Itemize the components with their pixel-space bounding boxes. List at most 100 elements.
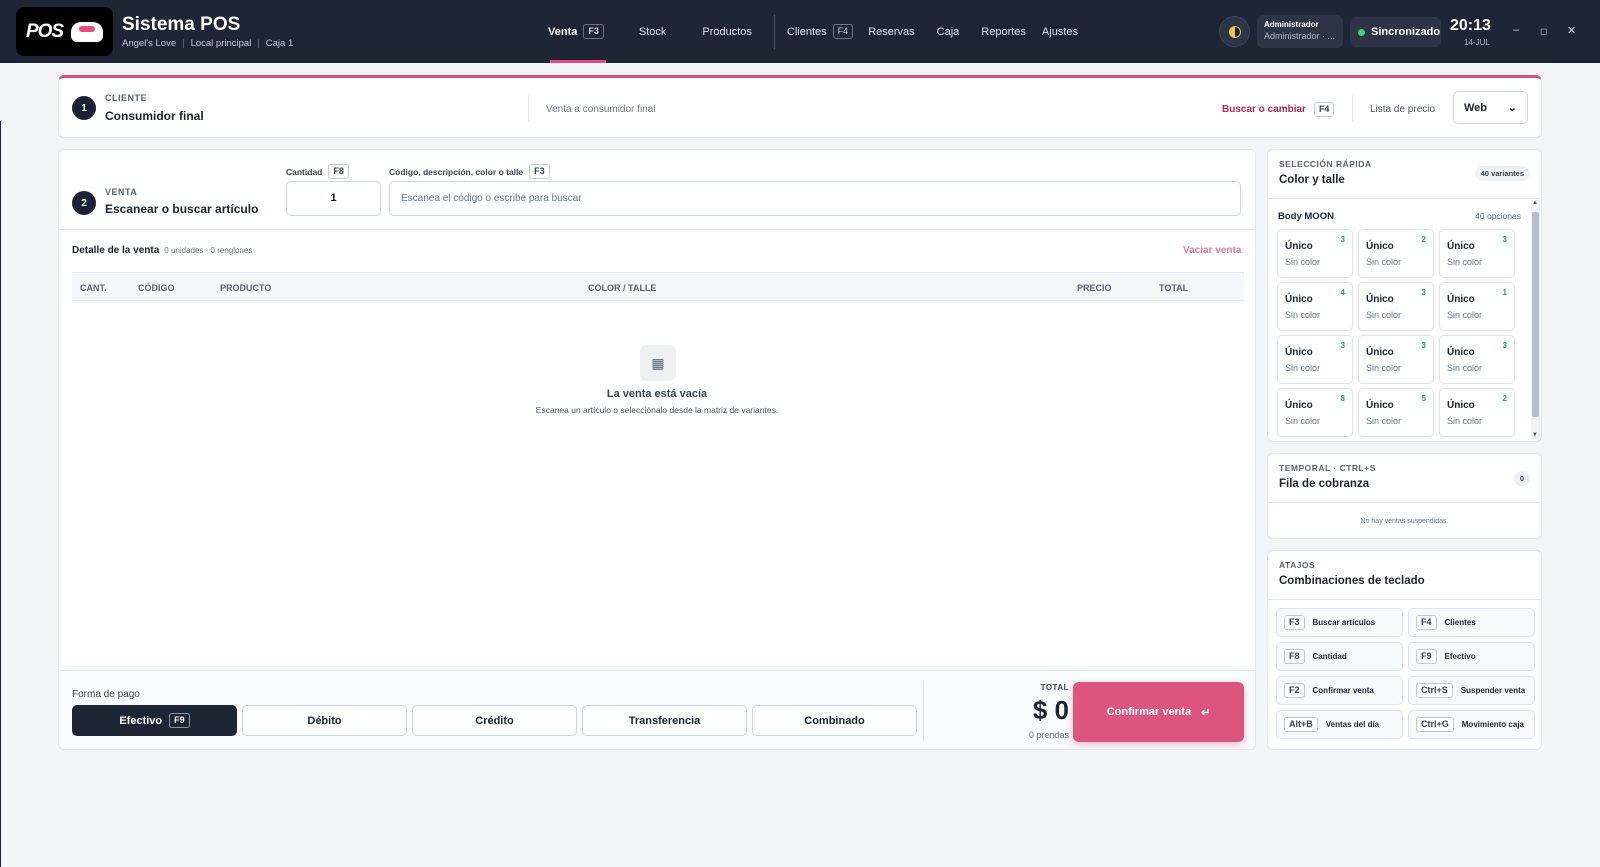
label-text: Cantidad bbox=[286, 166, 323, 177]
maximize-button[interactable]: ◻ bbox=[1540, 26, 1547, 37]
nav-label: Venta bbox=[548, 25, 578, 38]
shortcut-label: Suspender venta bbox=[1460, 686, 1526, 695]
change-client-button[interactable]: Buscar o cambiar F4 bbox=[1222, 102, 1335, 117]
shortcut-key: Alt+B bbox=[1284, 717, 1318, 732]
user-menu[interactable]: Administrador Administrador · ... bbox=[1257, 15, 1343, 48]
step-badge: 2 bbox=[72, 191, 96, 215]
variant-cell[interactable]: Único Sin color 2 bbox=[1439, 388, 1515, 437]
options-count: 40 opciones bbox=[1475, 211, 1521, 221]
queue-empty-text: No hay ventas suspendidas. bbox=[1360, 518, 1449, 525]
scroll-down-icon[interactable]: ▼ bbox=[1532, 432, 1538, 438]
pay-credito-button[interactable]: Crédito bbox=[412, 705, 577, 736]
nav-stock[interactable]: Stock bbox=[639, 0, 667, 63]
shortcut-item[interactable]: F3 Buscar artículos bbox=[1276, 608, 1403, 637]
button-label: Confirmar venta bbox=[1106, 706, 1192, 718]
shortcut-item[interactable]: Alt+B Ventas del día bbox=[1276, 710, 1403, 739]
sale-header: 2 VENTA Escanear o buscar artículo Canti… bbox=[59, 150, 1255, 230]
nav-venta[interactable]: Venta F3 bbox=[548, 0, 606, 63]
detail-title-text: Detalle de la venta bbox=[72, 245, 160, 256]
shortcut-key: F8 bbox=[1284, 649, 1305, 664]
nav-reservas[interactable]: Reservas bbox=[868, 0, 914, 63]
nav-ajustes[interactable]: Ajustes bbox=[1042, 0, 1078, 63]
stock-count: 2 bbox=[1421, 235, 1426, 244]
nav-label: Clientes bbox=[786, 25, 827, 38]
stock-count: 2 bbox=[1502, 394, 1507, 403]
client-name: Consumidor final bbox=[105, 109, 204, 123]
quick-selection-card: SELECCIÓN RÁPIDA Color y talle 40 varian… bbox=[1267, 149, 1542, 442]
pay-debito-button[interactable]: Débito bbox=[242, 705, 407, 736]
variant-cell[interactable]: Único Sin color 3 bbox=[1358, 282, 1434, 331]
variant-cell[interactable]: Único Sin color 3 bbox=[1277, 229, 1353, 278]
section-label: TEMPORAL · CTRL+S bbox=[1279, 463, 1376, 473]
pay-transferencia-button[interactable]: Transferencia bbox=[582, 705, 747, 736]
location-name: Local principal bbox=[190, 38, 252, 49]
shortcut-item[interactable]: Ctrl+S Suspender venta bbox=[1408, 676, 1535, 705]
payment-label: Forma de pago bbox=[72, 689, 140, 700]
price-list-select[interactable]: Web ⌄ bbox=[1453, 91, 1528, 124]
total-label: TOTAL bbox=[1040, 683, 1069, 692]
variant-cell[interactable]: Único Sin color 2 bbox=[1358, 229, 1434, 278]
nav-caja[interactable]: Caja bbox=[937, 0, 960, 63]
clear-sale-button[interactable]: Vaciar venta bbox=[1183, 245, 1241, 256]
nav-reportes[interactable]: Reportes bbox=[981, 0, 1026, 63]
variant-color: Sin color bbox=[1447, 257, 1483, 267]
stock-count: 5 bbox=[1421, 394, 1426, 403]
variant-cell[interactable]: Único Sin color 8 bbox=[1277, 388, 1353, 437]
app-logo: POS bbox=[16, 7, 113, 56]
stock-count: 3 bbox=[1421, 288, 1426, 297]
minimize-button[interactable]: – bbox=[1513, 24, 1519, 36]
quantity-label: Cantidad F8 bbox=[286, 164, 349, 179]
variant-color: Sin color bbox=[1447, 363, 1483, 373]
chevron-down-icon: ⌄ bbox=[1507, 102, 1517, 114]
shortcut-item[interactable]: F2 Confirmar venta bbox=[1276, 676, 1403, 705]
app-context: Angel's Love | Local principal | Caja 1 bbox=[122, 38, 294, 49]
sync-status[interactable]: Sincronizado bbox=[1350, 17, 1441, 47]
variant-cell[interactable]: Único Sin color 4 bbox=[1277, 282, 1353, 331]
nav-label: Ajustes bbox=[1041, 25, 1078, 38]
close-button[interactable]: ✕ bbox=[1567, 24, 1576, 37]
shortcut-item[interactable]: Ctrl+G Movimiento caja bbox=[1408, 710, 1535, 739]
app-title: Sistema POS bbox=[122, 14, 241, 35]
user-role: Administrador bbox=[1264, 20, 1319, 29]
variant-scrollbar[interactable]: ▲ ▼ bbox=[1531, 200, 1540, 440]
pay-combinado-button[interactable]: Combinado bbox=[752, 705, 917, 736]
stock-count: 4 bbox=[1340, 288, 1345, 297]
section-title: Fila de cobranza bbox=[1279, 478, 1370, 490]
user-name: Administrador · ... bbox=[1264, 31, 1336, 41]
shortcut-key: F9 bbox=[1416, 649, 1437, 664]
shortcut-key: Ctrl+G bbox=[1416, 717, 1454, 732]
variant-cell[interactable]: Único Sin color 5 bbox=[1358, 388, 1434, 437]
variant-cell[interactable]: Único Sin color 3 bbox=[1277, 335, 1353, 384]
shortcut-item[interactable]: F9 Efectivo bbox=[1408, 642, 1535, 671]
pay-efectivo-button[interactable]: Efectivo F9 bbox=[72, 705, 237, 736]
confirm-sale-button[interactable]: Confirmar venta ↵ bbox=[1073, 682, 1244, 742]
shortcut-item[interactable]: F4 Clientes bbox=[1408, 608, 1535, 637]
section-header: ATAJOS Combinaciones de teclado bbox=[1279, 560, 1425, 587]
variant-cell[interactable]: Único Sin color 3 bbox=[1439, 229, 1515, 278]
section-header: SELECCIÓN RÁPIDA Color y talle bbox=[1279, 159, 1372, 186]
total-items: 0 prendas bbox=[1028, 730, 1069, 740]
scrollbar-thumb[interactable] bbox=[1532, 212, 1539, 417]
shortcut-item[interactable]: F8 Cantidad bbox=[1276, 642, 1403, 671]
variant-color: Sin color bbox=[1366, 416, 1402, 426]
scroll-up-icon[interactable]: ▲ bbox=[1532, 200, 1538, 206]
column-header: TOTAL bbox=[1159, 283, 1189, 293]
shortcut-key: F3 bbox=[1284, 615, 1305, 630]
nav-productos[interactable]: Productos bbox=[702, 0, 752, 63]
quantity-input[interactable]: 1 bbox=[286, 181, 381, 216]
nav-label: Caja bbox=[936, 25, 960, 38]
register-name: Caja 1 bbox=[265, 38, 294, 49]
variant-cell[interactable]: Único Sin color 3 bbox=[1358, 335, 1434, 384]
clock-date: 14-JUL bbox=[1464, 38, 1490, 47]
stock-count: 1 bbox=[1502, 288, 1507, 297]
section-title: Combinaciones de teclado bbox=[1279, 575, 1425, 587]
variant-cell[interactable]: Único Sin color 3 bbox=[1439, 335, 1515, 384]
column-header: PRODUCTO bbox=[220, 283, 272, 293]
nav-clientes[interactable]: Clientes F4 bbox=[786, 0, 854, 63]
shortcut-key: F2 bbox=[1284, 683, 1305, 698]
search-input[interactable]: Escanea el código o escribe para buscar bbox=[389, 181, 1241, 216]
variant-cell[interactable]: Único Sin color 1 bbox=[1439, 282, 1515, 331]
shortcut-label: Movimiento caja bbox=[1461, 720, 1525, 729]
theme-toggle-button[interactable] bbox=[1219, 16, 1250, 47]
variant-color: Sin color bbox=[1366, 257, 1402, 267]
